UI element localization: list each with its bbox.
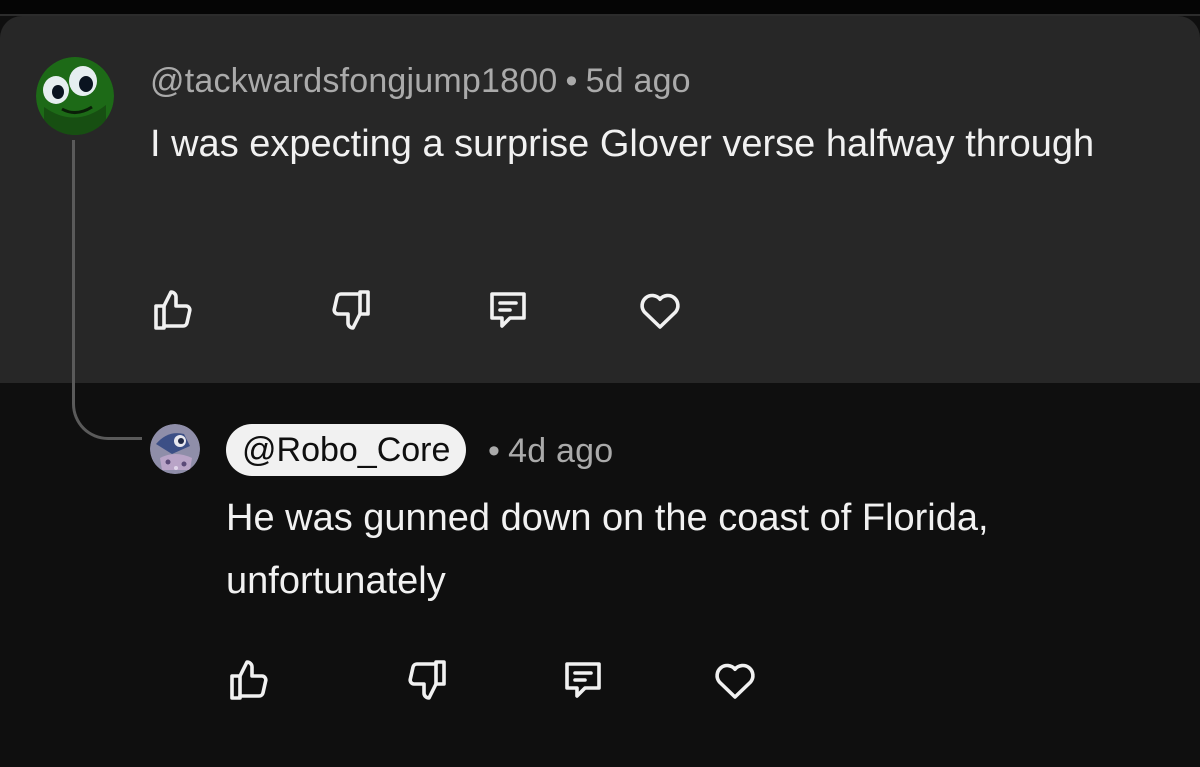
reply-like-button[interactable] (222, 652, 278, 708)
like-button[interactable] (146, 282, 202, 338)
dislike-button[interactable] (322, 282, 378, 338)
reply-author-handle[interactable]: @Robo_Core (226, 424, 467, 476)
comment-meta: @tackwardsfongjump1800 • 5d ago (150, 62, 691, 101)
reply-icon (565, 662, 601, 698)
thread-connector (72, 140, 142, 440)
like-icon (154, 290, 192, 330)
reply-icon (490, 292, 526, 328)
top-bar (0, 0, 1200, 16)
dislike-icon (408, 660, 446, 700)
separator-dot: • (565, 62, 578, 100)
comment-text: I was expecting a surprise Glover verse … (150, 123, 1095, 165)
separator-dot: • (488, 432, 501, 470)
reply-reply-button[interactable] (555, 652, 611, 708)
heart-button[interactable] (632, 282, 688, 338)
avatar-googly-eyes-icon[interactable] (36, 57, 114, 135)
like-icon (230, 660, 268, 700)
avatar-robot-icon[interactable] (150, 424, 200, 474)
heart-icon (640, 293, 680, 329)
comment-timestamp: 5d ago (585, 62, 691, 100)
reply-timestamp: 4d ago (508, 432, 614, 470)
heart-icon (715, 663, 755, 699)
dislike-icon (332, 290, 370, 330)
reply-heart-button[interactable] (707, 652, 763, 708)
comment-author-handle[interactable]: @tackwardsfongjump1800 (150, 62, 557, 100)
reply-dislike-button[interactable] (398, 652, 454, 708)
reply-button[interactable] (480, 282, 536, 338)
reply-text: He was gunned down on the coast of Flori… (226, 497, 989, 602)
reply-meta: • 4d ago (488, 432, 613, 471)
